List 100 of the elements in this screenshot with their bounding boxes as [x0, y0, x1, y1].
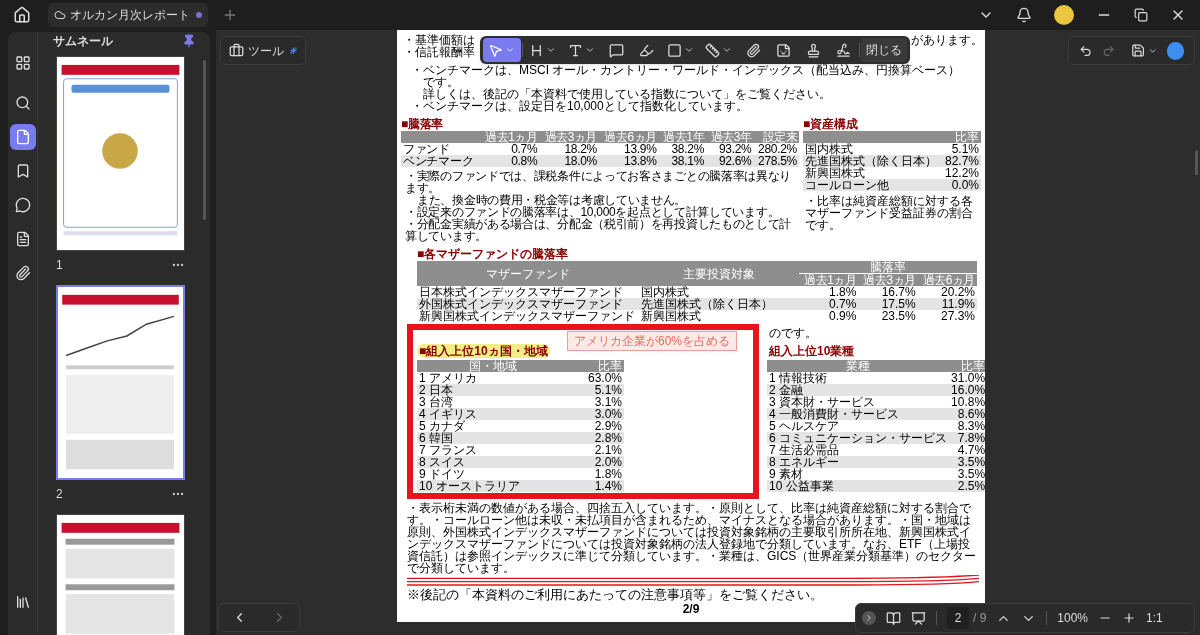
- paperclip-icon: [14, 265, 31, 281]
- close-button[interactable]: 閉じる: [861, 38, 908, 62]
- table-cell: 先進国株式（除く日本）: [639, 298, 799, 310]
- highlighter-icon: [638, 42, 654, 58]
- table-cell: 16.7%: [858, 286, 918, 298]
- actual-size-button[interactable]: 1:1: [1146, 609, 1163, 627]
- column-header: 国・地域: [417, 360, 569, 372]
- table-cell: 3.1%: [568, 396, 624, 408]
- scrollbar[interactable]: [1195, 150, 1198, 175]
- table-cell: ファンド: [401, 143, 480, 155]
- table-cell: 2 日本: [417, 384, 569, 396]
- new-tab-icon[interactable]: [222, 7, 238, 23]
- presentation-icon[interactable]: [911, 610, 926, 626]
- table-cell: 5.1%: [942, 143, 981, 155]
- library-icon[interactable]: [14, 594, 31, 610]
- comment-icon: [608, 42, 624, 58]
- table-cell-text: 6 コミュニケーション・サービス: [768, 432, 949, 444]
- table-cell: 2.8%: [568, 432, 624, 444]
- note-text: があります。: [911, 34, 983, 49]
- pin-icon[interactable]: [182, 34, 196, 48]
- column-header: 比率: [942, 131, 981, 143]
- pointer-icon: [488, 42, 503, 58]
- table-cell: 2.9%: [568, 420, 624, 432]
- table-cell: 10 公益事業: [767, 480, 950, 492]
- page-tab[interactable]: [9, 124, 36, 150]
- page-field[interactable]: 2: [947, 607, 969, 629]
- table-cell: 9 素材: [767, 468, 950, 480]
- table-cell: 7.8%: [949, 432, 985, 444]
- table-cell: 新興国株式: [803, 167, 943, 179]
- table-cell: 13.8%: [599, 155, 659, 167]
- table-cell: 2.0%: [568, 456, 624, 468]
- restore-icon[interactable]: [1134, 8, 1148, 22]
- table-cell: 1.8%: [568, 468, 624, 480]
- document-tab[interactable]: オルカン月次レポート: [48, 3, 208, 27]
- table-cell: 92.6%: [706, 155, 754, 167]
- table-cell: 4 一般消費財・サービス: [767, 408, 950, 420]
- home-icon[interactable]: [13, 6, 31, 24]
- caret-icon: [584, 45, 595, 55]
- comment-icon: [14, 197, 31, 213]
- stamp-icon: [806, 42, 822, 58]
- column-header: 業種: [767, 360, 950, 372]
- table-cell: 10 オーストラリア: [417, 480, 569, 492]
- briefcase-icon: [229, 43, 244, 58]
- table-cell: 3 台湾: [417, 396, 569, 408]
- zoom-level[interactable]: 100%: [1057, 609, 1089, 627]
- note-text: ・比率は純資産総額に対する各マザーファンド受益証券の割合です。: [804, 195, 974, 231]
- avatar[interactable]: [1054, 5, 1074, 25]
- zoom-in-icon[interactable]: [1122, 611, 1137, 625]
- note-text: ・実際のファンドでは、課税条件によってお客さまごとの騰落率は異なります。: [405, 170, 793, 194]
- table-cell: 18.2%: [539, 143, 599, 155]
- note-text: です。: [422, 76, 460, 88]
- annotation-rectangle[interactable]: [407, 324, 759, 499]
- assistant-icon[interactable]: [1167, 41, 1184, 60]
- signature-icon: [836, 42, 852, 58]
- paperclip-icon: [746, 42, 762, 58]
- save-icon[interactable]: [1131, 43, 1146, 58]
- page-total: / 9: [973, 610, 987, 627]
- table-cell: 31.0%: [949, 372, 985, 384]
- section-title: ■組入上位10ヵ国・地域: [417, 344, 550, 358]
- table-cell: 8.6%: [949, 408, 985, 420]
- undo-icon[interactable]: [1079, 43, 1093, 58]
- table-cell: 2.1%: [568, 444, 624, 456]
- table-cell: 0.7%: [799, 298, 859, 310]
- text-icon: [567, 42, 583, 58]
- column-header: 主要投資対象: [639, 261, 799, 286]
- table-cell: 5.1%: [568, 384, 624, 396]
- table-cell: 3.0%: [568, 408, 624, 420]
- table-cell: 8 エネルギー: [767, 456, 950, 468]
- table-cell: 新興国株式: [639, 310, 799, 322]
- table-cell: 278.5%: [753, 155, 799, 167]
- page-thumbnail[interactable]: [56, 285, 185, 480]
- panel-title: サムネール: [53, 33, 113, 50]
- table-cell: 2.5%: [949, 480, 985, 492]
- note-text: また、換金時の費用・税金等は考慮していません。: [417, 194, 687, 206]
- caret-icon: [505, 45, 515, 55]
- expand-button[interactable]: [862, 611, 876, 625]
- note-text: ・分配金実績がある場合は、分配金（税引前）を再投資したものとして計算しています。: [405, 218, 793, 242]
- table-cell: 5 ヘルスケア: [767, 420, 950, 432]
- bell-icon[interactable]: [1016, 7, 1032, 23]
- table-cell: 5 カナダ: [417, 420, 569, 432]
- column-header: 比率: [568, 360, 624, 372]
- table-cell: 0.8%: [479, 155, 540, 167]
- redo-icon[interactable]: [1102, 43, 1116, 58]
- table-cell: 13.9%: [599, 143, 659, 155]
- table-cell: 82.7%: [942, 155, 981, 167]
- table-cell: 2 金融: [767, 384, 950, 396]
- ruler-icon: [705, 42, 721, 58]
- note-text: ・設定来のファンドの騰落率は、10,000を起点として計算しています。: [405, 206, 780, 218]
- note-text: 詳しくは、後記の「本資料で使用している指数について」をご覧ください。: [422, 88, 832, 100]
- table-cell: 外国株式インデックスマザーファンド: [417, 298, 639, 310]
- table-cell: 18.0%: [539, 155, 599, 167]
- table-cell: 3.5%: [949, 456, 985, 468]
- book-icon[interactable]: [886, 610, 901, 626]
- table-cell: 国内株式: [803, 143, 943, 155]
- table-cell: 17.5%: [858, 298, 918, 310]
- table-cell: 4 イギリス: [417, 408, 569, 420]
- search-icon: [14, 95, 31, 111]
- note-text: ・ベンチマークは、MSCI オール・カントリー・ワールド・インデックス（配当込み、円換算ベース）: [411, 64, 962, 76]
- page-thumbnail[interactable]: [56, 56, 185, 251]
- scrollbar[interactable]: [203, 60, 206, 220]
